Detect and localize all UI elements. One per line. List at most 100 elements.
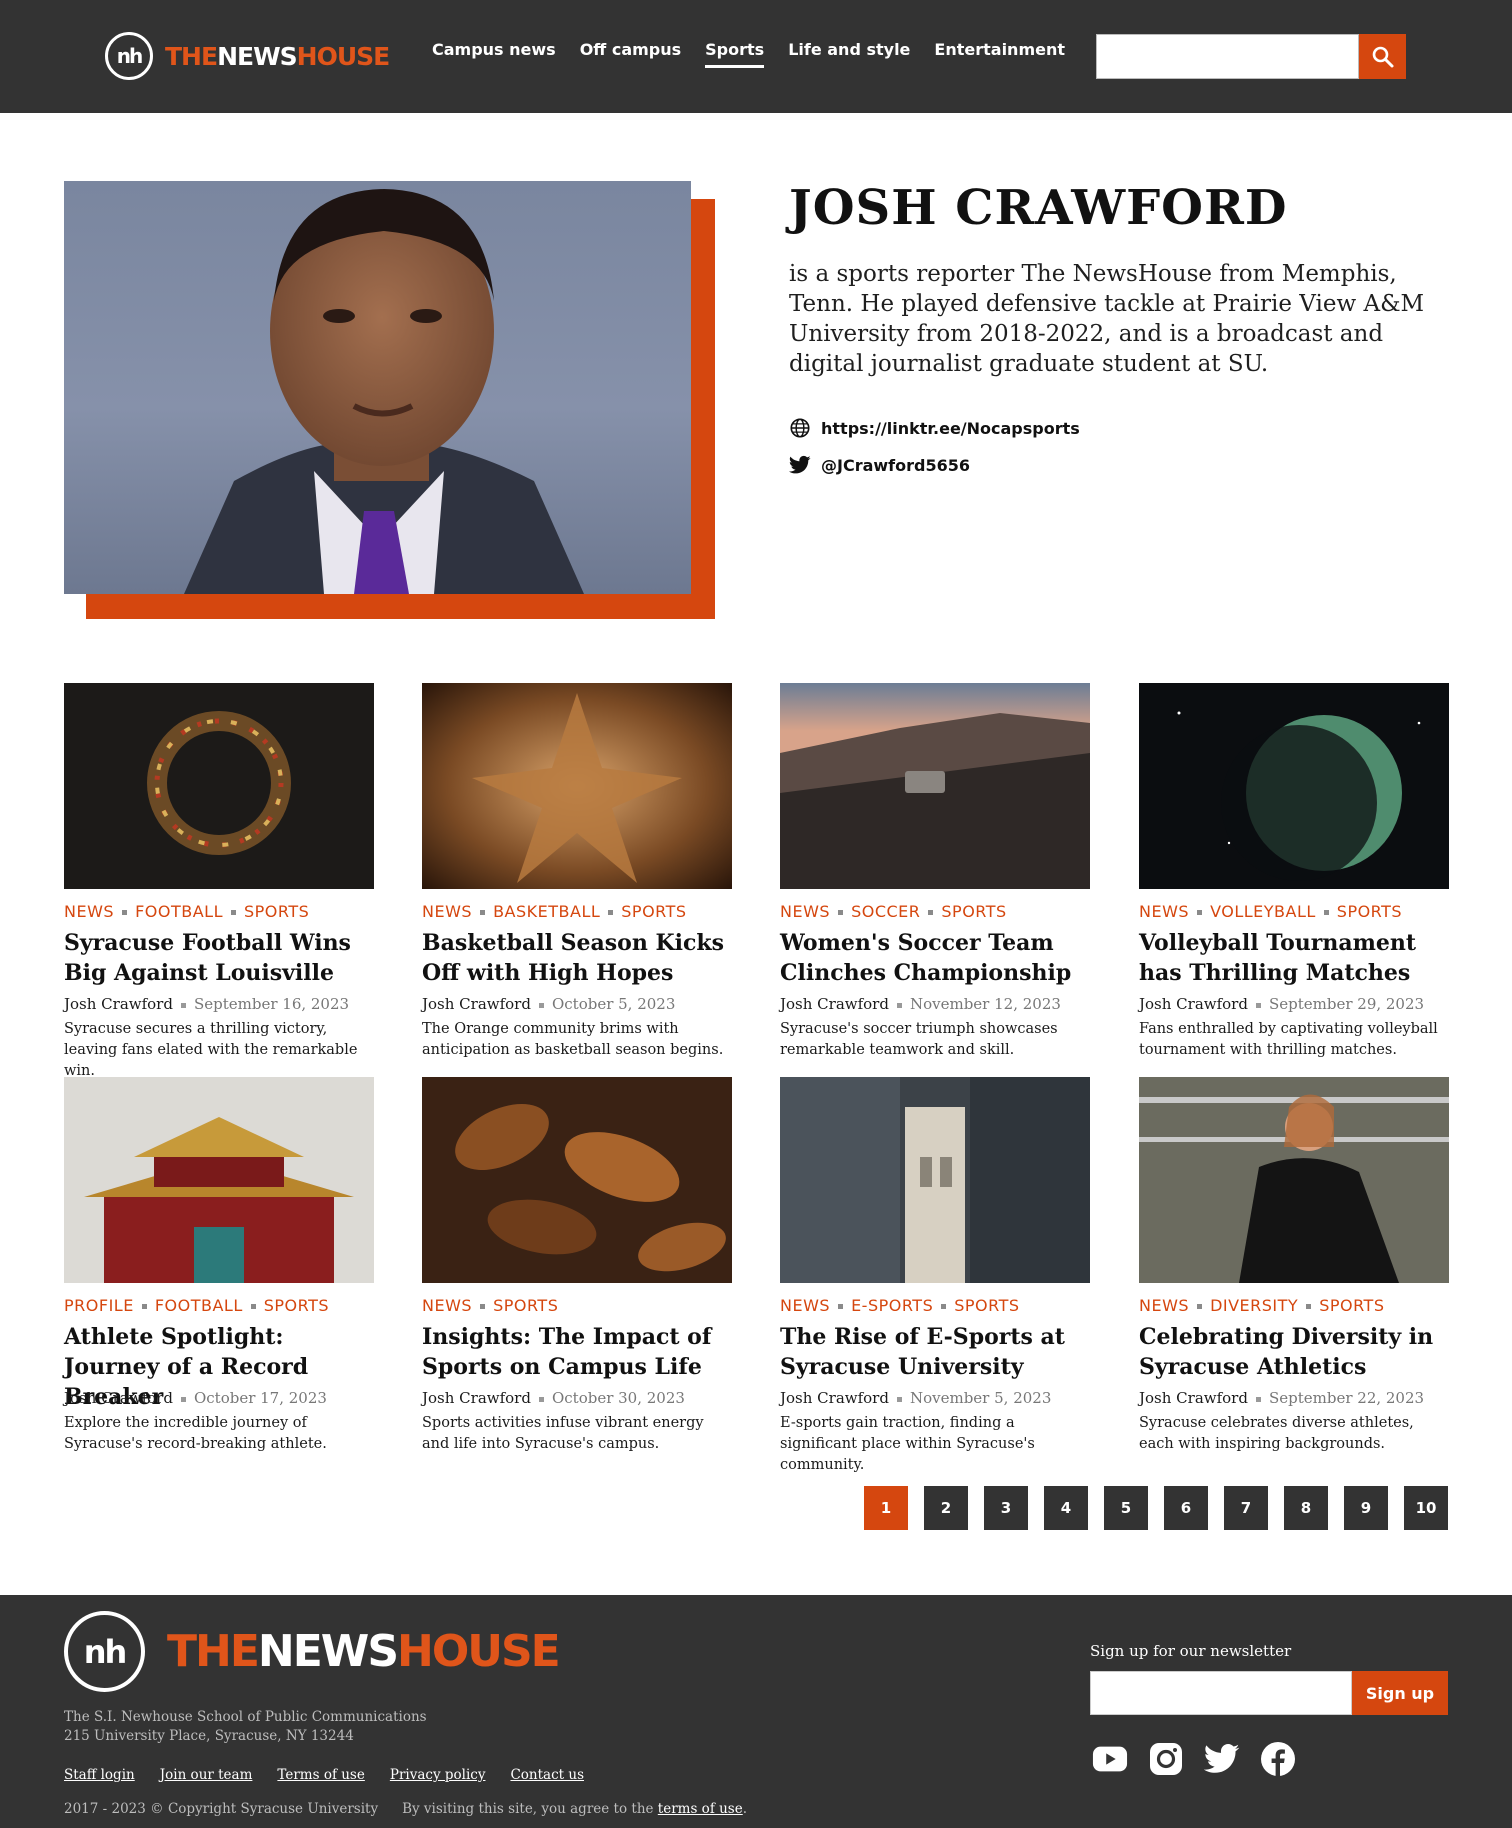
article-tag[interactable]: SPORTS (1337, 902, 1402, 921)
article-tag[interactable]: FOOTBALL (135, 902, 223, 921)
tag-separator (1306, 1304, 1312, 1309)
article-card[interactable]: NEWS BASKETBALL SPORTS Basketball Season Ki… (422, 683, 732, 1061)
logo-wordmark: THENEWSHOUSE (165, 41, 390, 71)
page-button-4[interactable]: 4 (1044, 1486, 1088, 1530)
page-button-7[interactable]: 7 (1224, 1486, 1268, 1530)
article-tag[interactable]: NEWS (422, 902, 472, 921)
article-title[interactable]: The Rise of E-Sports at Syracuse Univers… (780, 1322, 1090, 1382)
article-author[interactable]: Josh Crawford (780, 1389, 889, 1407)
page-button-6[interactable]: 6 (1164, 1486, 1208, 1530)
article-tag[interactable]: BASKETBALL (493, 902, 600, 921)
article-tag[interactable]: E-SPORTS (851, 1296, 933, 1315)
facebook-icon[interactable] (1260, 1741, 1296, 1777)
article-thumbnail[interactable] (1139, 683, 1449, 889)
article-title[interactable]: Women's Soccer Team Clinches Championshi… (780, 928, 1090, 988)
article-tag[interactable]: FOOTBALL (155, 1296, 243, 1315)
footer-link-terms[interactable]: Terms of use (277, 1767, 364, 1783)
nav-life-and-style[interactable]: Life and style (788, 40, 910, 68)
article-author[interactable]: Josh Crawford (1139, 1389, 1248, 1407)
page-button-2[interactable]: 2 (924, 1486, 968, 1530)
article-title[interactable]: Celebrating Diversity in Syracuse Athlet… (1139, 1322, 1449, 1382)
twitter-icon[interactable] (1204, 1741, 1240, 1777)
article-tag[interactable]: SPORTS (264, 1296, 329, 1315)
tag-separator (608, 910, 614, 915)
newsletter-signup-button[interactable]: Sign up (1352, 1671, 1448, 1715)
article-author[interactable]: Josh Crawford (1139, 995, 1248, 1013)
article-tag[interactable]: NEWS (780, 1296, 830, 1315)
article-thumbnail[interactable] (780, 1077, 1090, 1283)
article-tag[interactable]: SPORTS (954, 1296, 1019, 1315)
article-card[interactable]: NEWS FOOTBALL SPORTS Syracuse Football Wins… (64, 683, 374, 1082)
article-tags: NEWS BASKETBALL SPORTS (422, 902, 732, 922)
article-author[interactable]: Josh Crawford (64, 1389, 173, 1407)
article-date: September 16, 2023 (193, 995, 350, 1013)
article-tag[interactable]: SPORTS (493, 1296, 558, 1315)
youtube-icon[interactable] (1092, 1741, 1128, 1777)
article-author[interactable]: Josh Crawford (64, 995, 173, 1013)
page-button-1[interactable]: 1 (864, 1486, 908, 1530)
article-tag[interactable]: NEWS (780, 902, 830, 921)
article-tag[interactable]: NEWS (422, 1296, 472, 1315)
tag-separator (141, 1304, 147, 1309)
footer-link-privacy[interactable]: Privacy policy (390, 1767, 486, 1783)
search-input[interactable] (1096, 34, 1359, 79)
article-title[interactable]: Insights: The Impact of Sports on Campus… (422, 1322, 732, 1382)
author-twitter-link[interactable]: @JCrawford5656 (789, 455, 970, 475)
site-logo[interactable]: nh THENEWSHOUSE (105, 32, 390, 80)
page-button-8[interactable]: 8 (1284, 1486, 1328, 1530)
article-card[interactable]: NEWS SPORTS Insights: The Impact of Sports… (422, 1077, 732, 1455)
author-website-link[interactable]: https://linktr.ee/Nocapsports (789, 417, 1080, 439)
page-button-3[interactable]: 3 (984, 1486, 1028, 1530)
article-tag[interactable]: NEWS (1139, 902, 1189, 921)
article-tag[interactable]: VOLLEYBALL (1210, 902, 1316, 921)
article-title[interactable]: Syracuse Football Wins Big Against Louis… (64, 928, 374, 988)
article-tag[interactable]: DIVERSITY (1210, 1296, 1298, 1315)
article-tag[interactable]: SPORTS (244, 902, 309, 921)
footer-link-staff-login[interactable]: Staff login (64, 1767, 135, 1783)
nav-entertainment[interactable]: Entertainment (934, 40, 1065, 68)
article-author[interactable]: Josh Crawford (422, 995, 531, 1013)
meta-separator (180, 1002, 186, 1008)
page-button-10[interactable]: 10 (1404, 1486, 1448, 1530)
article-card[interactable]: NEWS VOLLEYBALL SPORTS Volleyball Tournamen… (1139, 683, 1449, 1061)
instagram-icon[interactable] (1148, 1741, 1184, 1777)
article-tag[interactable]: SOCCER (851, 902, 920, 921)
article-tag[interactable]: NEWS (1139, 1296, 1189, 1315)
article-author[interactable]: Josh Crawford (780, 995, 889, 1013)
article-thumbnail[interactable] (422, 683, 732, 889)
article-tag[interactable]: SPORTS (941, 902, 1006, 921)
article-thumbnail[interactable] (422, 1077, 732, 1283)
article-title[interactable]: Basketball Season Kicks Off with High Ho… (422, 928, 732, 988)
footer-link-join-team[interactable]: Join our team (160, 1767, 253, 1783)
footer-logo[interactable]: nh THENEWSHOUSE (64, 1611, 561, 1692)
article-author[interactable]: Josh Crawford (422, 1389, 531, 1407)
article-card[interactable]: NEWS DIVERSITY SPORTS Celebrating Diversity… (1139, 1077, 1449, 1455)
article-card[interactable]: NEWS SOCCER SPORTS Women's Soccer Team Clin… (780, 683, 1090, 1061)
nav-off-campus[interactable]: Off campus (580, 40, 681, 68)
article-tag[interactable]: PROFILE (64, 1296, 134, 1315)
newsletter-email-input[interactable] (1090, 1671, 1352, 1715)
article-thumbnail[interactable] (780, 683, 1090, 889)
article-description: Explore the incredible journey of Syracu… (64, 1415, 327, 1452)
page-button-5[interactable]: 5 (1104, 1486, 1148, 1530)
tag-separator (250, 1304, 256, 1309)
search-button[interactable] (1359, 34, 1406, 79)
article-card[interactable]: NEWS E-SPORTS SPORTS The Rise of E-Sports a… (780, 1077, 1090, 1476)
article-title[interactable]: Athlete Spotlight: Journey of a Record B… (64, 1322, 374, 1410)
nav-sports[interactable]: Sports (705, 40, 765, 68)
article-card[interactable]: PROFILE FOOTBALL SPORTS Athlete Spotlight: … (64, 1077, 374, 1455)
article-thumbnail[interactable] (64, 683, 374, 889)
article-tag[interactable]: SPORTS (621, 902, 686, 921)
article-tag[interactable]: NEWS (64, 902, 114, 921)
article-title[interactable]: Volleyball Tournament has Thrilling Matc… (1139, 928, 1449, 988)
footer-link-contact[interactable]: Contact us (510, 1767, 584, 1783)
article-thumbnail[interactable] (1139, 1077, 1449, 1283)
article-tags: NEWS E-SPORTS SPORTS (780, 1296, 1090, 1316)
nav-campus-news[interactable]: Campus news (432, 40, 556, 68)
footer-terms-inline-link[interactable]: terms of use (658, 1801, 743, 1817)
article-description: The Orange community brims with anticipa… (422, 1021, 724, 1058)
search-icon (1372, 46, 1393, 67)
article-thumbnail[interactable] (64, 1077, 374, 1283)
article-tag[interactable]: SPORTS (1319, 1296, 1384, 1315)
page-button-9[interactable]: 9 (1344, 1486, 1388, 1530)
